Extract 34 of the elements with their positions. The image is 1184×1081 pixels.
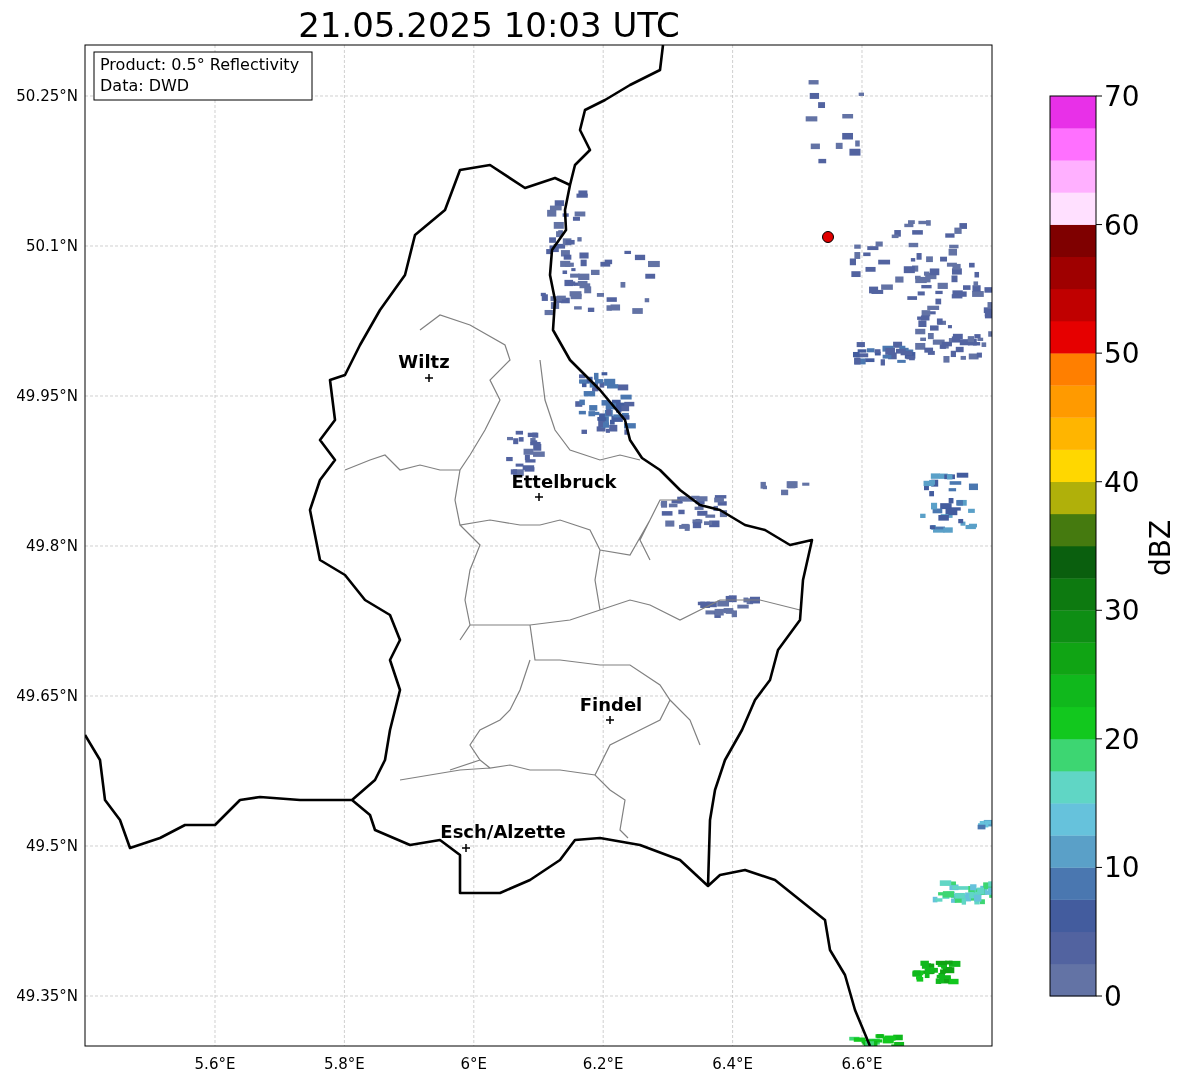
longitude-label: 6°E bbox=[460, 1055, 488, 1073]
longitude-label: 6.2°E bbox=[582, 1055, 624, 1073]
longitude-label: 5.6°E bbox=[194, 1055, 236, 1073]
colorbar-tick-label: 20 bbox=[1104, 722, 1140, 756]
info-text: Product: 0.5° Reflectivity bbox=[100, 55, 300, 74]
latitude-label: 49.65°N bbox=[16, 687, 78, 705]
latitude-label: 49.35°N bbox=[16, 987, 78, 1005]
city-label: Esch/Alzette bbox=[440, 821, 566, 842]
location-marker bbox=[822, 231, 834, 243]
longitude-label: 6.6°E bbox=[841, 1055, 883, 1073]
city-label: Findel bbox=[579, 694, 643, 715]
city-marker bbox=[534, 492, 544, 502]
city-marker bbox=[424, 373, 434, 383]
city-label: Wiltz bbox=[398, 351, 450, 372]
latitude-label: 50.25°N bbox=[16, 87, 78, 105]
city-label: Ettelbruck bbox=[511, 471, 617, 492]
city-marker bbox=[461, 843, 471, 853]
latitude-label: 50.1°N bbox=[25, 237, 78, 255]
longitude-label: 5.8°E bbox=[324, 1055, 365, 1073]
longitude-label: 6.4°E bbox=[712, 1055, 753, 1073]
latitude-label: 49.95°N bbox=[16, 387, 78, 405]
latitude-label: 49.5°N bbox=[25, 837, 78, 855]
colorbar-label: dBZ bbox=[1144, 519, 1177, 577]
colorbar-tick-label: 10 bbox=[1104, 851, 1140, 885]
chart-title: 21.05.2025 10:03 UTC bbox=[298, 5, 680, 45]
colorbar-tick-label: 60 bbox=[1104, 208, 1140, 242]
colorbar-tick-label: 40 bbox=[1104, 465, 1140, 499]
latitude-label: 49.8°N bbox=[25, 537, 78, 555]
colorbar-tick-label: 0 bbox=[1104, 980, 1122, 1013]
info-text: Data: DWD bbox=[100, 76, 190, 95]
colorbar-tick-label: 50 bbox=[1104, 337, 1140, 371]
city-marker bbox=[605, 715, 615, 725]
colorbar-tick-label: 30 bbox=[1104, 594, 1140, 628]
colorbar-tick-label: 70 bbox=[1104, 80, 1140, 113]
